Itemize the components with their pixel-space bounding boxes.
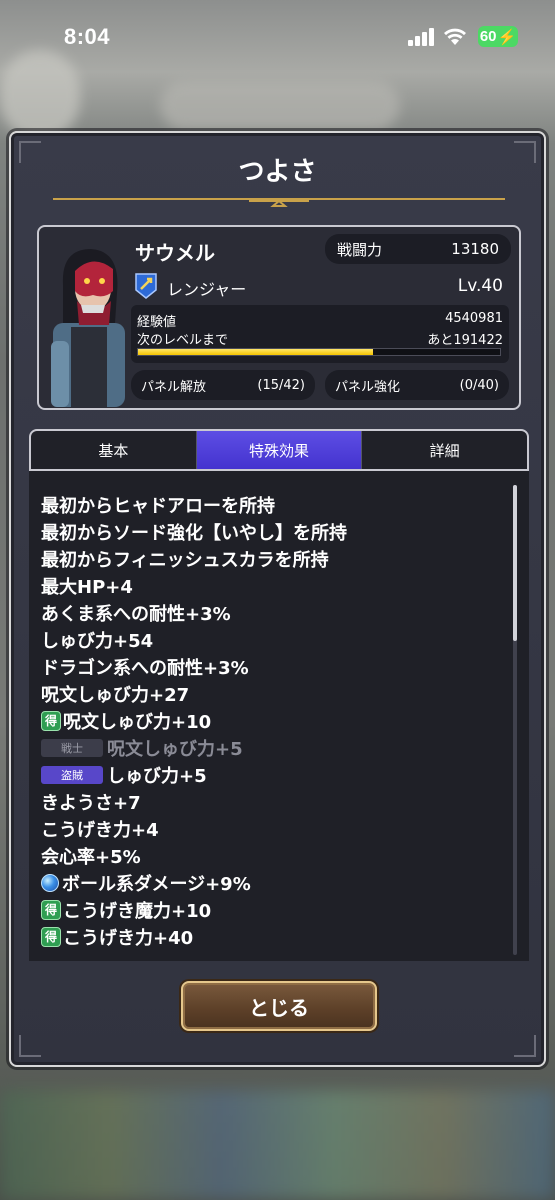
job-tag: 戦士 [41,738,103,757]
acquired-tag-icon: 得 [41,899,61,920]
frame-corner [19,1035,41,1057]
effect-text: しゅび力+54 [41,630,154,652]
effect-text: ドラゴン系への耐性+3% [41,657,249,679]
effect-text: あくま系への耐性+3% [41,603,231,625]
effect-item: 最初からフィニッシュスカラを所持 [41,545,511,572]
character-level: Lv.40 [457,276,503,296]
wifi-icon [444,28,466,45]
effect-item: 最初からソード強化【いやし】を所持 [41,518,511,545]
next-level-label: 次のレベルまで [137,333,229,348]
character-card: サウメル 戦闘力 13180 レンジャー Lv.40 経験値 4540981 次… [37,225,521,410]
effects-scrollbar[interactable] [513,485,517,955]
charging-bolt-icon: ⚡ [497,28,517,46]
panel-unlock-label: パネル解放 [141,379,207,395]
strength-dialog: つよさ サウメル 戦闘力 13180 レンジャー Lv.40 経験値 45409… [9,131,546,1067]
title-divider-ornament [53,198,505,207]
character-name: サウメル [135,241,215,265]
effect-item: 得こうげき力+40 [41,923,511,950]
panel-unlock: パネル解放 (15/42) [131,370,315,400]
effect-text: 最初からフィニッシュスカラを所持 [41,549,329,571]
status-bar: 8:04 60 ⚡ [0,0,555,74]
background-bottom-menu-blur [0,1090,555,1200]
acquired-tag-icon: 得 [41,926,61,947]
effect-text: 呪文しゅび力+10 [63,711,212,733]
special-effects-list: 最初からヒャドアローを所持最初からソード強化【いやし】を所持 最初からフィニッシュ… [41,491,511,950]
effect-item: 得呪文しゅび力+10 [41,707,511,734]
effects-scrollbar-thumb[interactable] [513,485,517,641]
effect-item: こうげき力+4 [41,815,511,842]
effect-item: あくま系への耐性+3% [41,599,511,626]
battery-indicator: 60 ⚡ [478,26,518,47]
effect-text: こうげき魔力+10 [63,900,212,922]
tab-bar: 基本 特殊効果 詳細 [29,429,529,469]
effect-text: 最大HP+4 [41,576,133,598]
panel-enhance-label: パネル強化 [335,379,401,395]
job-name: レンジャー [167,280,247,299]
background-ornament [160,80,400,130]
effect-item: 得こうげき魔力+10 [41,896,511,923]
tab-details[interactable]: 詳細 [362,431,527,469]
panel-enhance-value: (0/40) [459,377,499,393]
special-effects-panel[interactable]: 最初からヒャドアローを所持最初からソード強化【いやし】を所持 最初からフィニッシュ… [29,469,529,961]
panel-enhance: パネル強化 (0/40) [325,370,509,400]
effect-text: きようさ+7 [41,792,141,814]
effect-item: ボール系ダメージ+9% [41,869,511,896]
job-tag: 盗賊 [41,765,103,784]
cellular-signal-icon [408,28,434,46]
panel-unlock-value: (15/42) [257,377,305,393]
effect-item: ドラゴン系への耐性+3% [41,653,511,680]
effect-text: 最初からヒャドアローを所持 [41,495,275,517]
combat-power-label: 戦闘力 [337,240,383,259]
effect-text: 呪文しゅび力+27 [41,684,190,706]
combat-power-value: 13180 [451,240,499,258]
battery-level: 60 [479,28,497,45]
effect-item: 戦士 呪文しゅび力+5 [41,734,511,761]
orb-icon [41,873,59,892]
effect-item: きようさ+7 [41,788,511,815]
effect-item: 最初からヒャドアローを所持 [41,491,511,518]
experience-box: 経験値 4540981 次のレベルまで あと191422 [131,305,509,363]
status-time: 8:04 [64,24,111,49]
effect-item: しゅび力+54 [41,626,511,653]
effect-item: 呪文しゅび力+27 [41,680,511,707]
ranger-job-icon [135,273,157,299]
effect-text: しゅび力+5 [107,765,207,787]
effect-text: ボール系ダメージ+9% [62,873,251,895]
combat-power: 戦闘力 13180 [325,234,511,264]
experience-progress-bar [137,348,501,356]
next-level-value: あと191422 [427,333,503,348]
dialog-title: つよさ [238,157,317,187]
effect-text: こうげき力+4 [41,819,159,841]
tab-basic[interactable]: 基本 [31,431,197,469]
effect-text: 呪文しゅび力+5 [107,738,243,760]
effect-text: 会心率+5% [41,846,141,868]
effect-text: こうげき力+40 [63,927,194,949]
tab-special-effects[interactable]: 特殊効果 [196,431,363,469]
acquired-tag-icon: 得 [41,710,61,731]
experience-value: 4540981 [445,311,503,326]
effect-item: 最大HP+4 [41,572,511,599]
close-button[interactable]: とじる [181,981,377,1031]
experience-progress-fill [138,349,374,355]
character-portrait [51,249,125,407]
experience-label: 経験値 [137,315,177,330]
effect-item: 盗賊 しゅび力+5 [41,761,511,788]
effect-text: 最初からソード強化【いやし】を所持 [41,522,347,544]
frame-corner [514,1035,536,1057]
effect-item: 会心率+5% [41,842,511,869]
